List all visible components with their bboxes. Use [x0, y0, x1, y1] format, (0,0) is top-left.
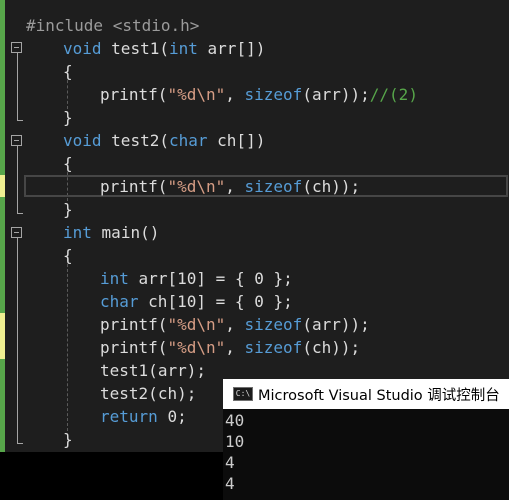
collapse-main-icon[interactable]	[11, 227, 22, 238]
keyword-token: int	[63, 223, 92, 242]
console-output-line: 4	[225, 474, 235, 493]
code-line-3: {	[63, 62, 73, 81]
keyword-token: return	[100, 407, 158, 426]
collapse-test2-icon[interactable]	[11, 135, 22, 146]
console-output-line: 4	[225, 453, 235, 472]
code-line-1: #include <stdio.h>	[26, 14, 199, 37]
string-literal: "%d\n"	[167, 315, 226, 334]
console-app-icon: C:\	[233, 387, 253, 401]
console-title: Microsoft Visual Studio 调试控制台	[258, 387, 500, 404]
code-line-11: {	[63, 246, 73, 265]
comment-token: //(2)	[369, 85, 418, 104]
code-line-6: void test2(char ch[])	[63, 131, 266, 150]
debug-console-window[interactable]: C:\ Microsoft Visual Studio 调试控制台 40 10 …	[223, 379, 509, 500]
string-literal: "%d\n"	[167, 177, 226, 196]
keyword-token: char	[168, 131, 208, 150]
code-line-5: }	[63, 108, 73, 127]
code-line-16: test1(arr);	[100, 361, 206, 380]
console-output-line: 10	[225, 432, 245, 451]
indent-guide	[67, 259, 68, 431]
keyword-token: void	[63, 39, 102, 58]
string-literal: "%d\n"	[167, 85, 226, 104]
code-line-4: printf("%d\n", sizeof(arr));//(2)	[100, 85, 418, 104]
code-line-19: }	[63, 430, 73, 449]
collapse-test1-icon[interactable]	[11, 42, 22, 53]
keyword-token: sizeof	[244, 177, 303, 196]
code-line-10: int main()	[63, 223, 160, 242]
console-output-line: 40	[225, 411, 245, 430]
keyword-token: char	[100, 292, 139, 311]
string-literal: "%d\n"	[167, 338, 226, 357]
fold-region-end	[17, 120, 23, 121]
console-title-bar[interactable]: C:\ Microsoft Visual Studio 调试控制台	[223, 379, 509, 409]
saved-changes-bar	[0, 0, 5, 452]
code-line-12: int arr[10] = { 0 };	[100, 269, 293, 288]
fold-region-end	[17, 213, 23, 214]
code-line-13: char ch[10] = { 0 };	[100, 292, 293, 311]
keyword-token: sizeof	[244, 85, 303, 104]
keyword-token: sizeof	[244, 315, 303, 334]
fold-region-line	[17, 53, 18, 121]
preprocessor-directive: #include <stdio.h>	[26, 16, 200, 35]
unsaved-change-marker	[0, 313, 5, 359]
keyword-token: sizeof	[244, 338, 303, 357]
code-line-17: test2(ch);	[100, 384, 197, 403]
unsaved-change-marker	[0, 175, 5, 197]
code-line-15: printf("%d\n", sizeof(ch));	[100, 338, 361, 357]
code-line-18: return 0;	[100, 407, 187, 426]
code-line-2: void test1(int arr[])	[63, 39, 266, 58]
keyword-token: int	[168, 39, 198, 58]
fold-region-line	[17, 238, 18, 444]
code-line-9: }	[63, 200, 73, 219]
code-line-14: printf("%d\n", sizeof(arr));	[100, 315, 370, 334]
fold-region-line	[17, 146, 18, 214]
keyword-token: int	[100, 269, 129, 288]
code-line-7: {	[63, 154, 73, 173]
code-line-8: printf("%d\n", sizeof(ch));	[100, 177, 361, 196]
fold-region-end	[17, 443, 23, 444]
keyword-token: void	[63, 131, 102, 150]
